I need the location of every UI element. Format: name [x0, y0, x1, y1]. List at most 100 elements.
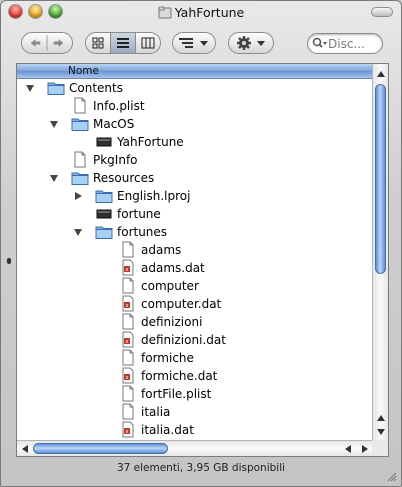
data-file-icon: x [122, 331, 134, 348]
scroll-corner [372, 440, 388, 456]
list-item[interactable]: Contents [17, 79, 373, 97]
document-icon [122, 349, 134, 366]
terminal-executable-icon [96, 209, 112, 219]
back-arrow-icon[interactable] [22, 33, 47, 52]
list-item[interactable]: italia [17, 403, 373, 421]
disclosure-triangle-open-icon[interactable] [49, 173, 59, 183]
back-forward-buttons [21, 32, 73, 54]
data-file-icon: x [122, 295, 134, 312]
disclosure-triangle-open-icon[interactable] [73, 227, 83, 237]
scroll-down-arrow-icon[interactable] [373, 426, 389, 438]
svg-text:x: x [126, 267, 129, 273]
document-icon [74, 151, 86, 168]
column-view-icon [141, 37, 155, 49]
list-item[interactable]: fortunes [17, 223, 373, 241]
folder-icon [158, 6, 172, 19]
list-item-label: Contents [69, 81, 123, 95]
list-item[interactable]: adams [17, 241, 373, 259]
disclosure-triangle-closed-icon[interactable] [73, 191, 83, 201]
title-bar[interactable]: YahFortune [1, 1, 401, 25]
list-item-label: fortunes [117, 225, 168, 239]
list-view-button[interactable] [110, 32, 136, 54]
list-item-label: definizioni.dat [141, 333, 226, 347]
list-item[interactable]: x computer.dat [17, 295, 373, 313]
folder-icon [71, 172, 89, 185]
list-item[interactable]: fortune [17, 205, 373, 223]
forward-arrow-icon[interactable] [47, 33, 72, 52]
svg-text:x: x [126, 303, 129, 309]
list-item[interactable]: definizioni [17, 313, 373, 331]
folder-icon [47, 82, 65, 95]
toolbar-toggle-button[interactable] [371, 7, 393, 17]
list-item[interactable]: x italia.dat [17, 421, 373, 439]
vertical-scrollbar[interactable] [372, 64, 388, 442]
scroll-left-arrow-icon[interactable] [342, 442, 356, 456]
scroll-right-arrow-icon[interactable] [357, 442, 371, 456]
list-item-label: fortFile.plist [141, 387, 212, 401]
folder-icon [95, 190, 113, 203]
list-item-label: MacOS [93, 117, 135, 131]
list-item[interactable]: Info.plist [17, 97, 373, 115]
document-icon [122, 241, 134, 258]
status-bar-text: 37 elementi, 3,95 GB disponibili [116, 462, 286, 474]
list-item-label: adams.dat [141, 261, 205, 275]
list-item[interactable]: x formiche.dat [17, 367, 373, 385]
column-header-name[interactable]: Nome [17, 64, 373, 79]
list-item[interactable]: English.lproj [17, 187, 373, 205]
svg-text:x: x [126, 339, 129, 345]
finder-window: YahFortune Disc... Nome Contents Info.pl… [0, 0, 402, 487]
document-icon [122, 403, 134, 420]
back-forward-graphic [22, 33, 72, 52]
list-item[interactable]: formiche [17, 349, 373, 367]
column-header-label: Nome [68, 65, 99, 77]
list-item-label: Resources [93, 171, 155, 185]
arrange-menu-button[interactable] [172, 32, 216, 54]
list-item[interactable]: x definizioni.dat [17, 331, 373, 349]
list-item[interactable]: fortFile.plist [17, 385, 373, 403]
icon-view-icon [92, 37, 104, 49]
data-file-icon: x [122, 421, 134, 438]
resize-grip-icon[interactable] [387, 472, 397, 482]
list-item[interactable]: YahFortune [17, 133, 373, 151]
action-menu-button[interactable] [228, 32, 274, 54]
list-item[interactable]: Resources [17, 169, 373, 187]
document-icon [74, 97, 86, 114]
list-item-label: formiche [141, 351, 194, 365]
window-title-text: YahFortune [174, 5, 245, 20]
folder-icon [71, 118, 89, 131]
list-item[interactable]: computer [17, 277, 373, 295]
window-edge-handle [7, 258, 11, 264]
list-item-label: definizioni [141, 315, 203, 329]
svg-text:x: x [126, 375, 129, 381]
search-field[interactable]: Disc... [307, 33, 383, 54]
disclosure-triangle-open-icon[interactable] [25, 83, 35, 93]
list-item-label: YahFortune [117, 135, 184, 149]
data-file-icon: x [122, 367, 134, 384]
list-item-label: italia [141, 405, 171, 419]
document-icon [122, 277, 134, 294]
vertical-scroll-thumb[interactable] [375, 84, 386, 274]
list-item-label: PkgInfo [93, 153, 138, 167]
column-view-button[interactable] [135, 32, 161, 54]
search-placeholder: Disc... [328, 36, 365, 51]
file-list-view: Nome Contents Info.plist MacOS YahFortune Pk… [16, 63, 389, 457]
list-item-label: Info.plist [93, 99, 145, 113]
horizontal-scrollbar[interactable] [17, 440, 374, 456]
list-item-label: computer [141, 279, 199, 293]
icon-view-button[interactable] [85, 32, 111, 54]
list-item-label: English.lproj [117, 189, 191, 203]
list-item[interactable]: PkgInfo [17, 151, 373, 169]
scroll-up-arrow-icon[interactable] [373, 68, 389, 80]
list-item[interactable]: MacOS [17, 115, 373, 133]
search-icon [312, 37, 327, 48]
list-item[interactable]: x adams.dat [17, 259, 373, 277]
list-view-icon [117, 38, 129, 48]
arrange-icon [179, 38, 208, 48]
document-icon [122, 385, 134, 402]
list-item-label: italia.dat [141, 423, 194, 437]
list-item-label: adams [141, 243, 182, 257]
horizontal-scroll-thumb[interactable] [33, 443, 168, 454]
scroll-up-arrow-icon[interactable] [373, 412, 389, 424]
disclosure-triangle-open-icon[interactable] [49, 119, 59, 129]
scroll-left-arrow-icon[interactable] [19, 442, 33, 456]
